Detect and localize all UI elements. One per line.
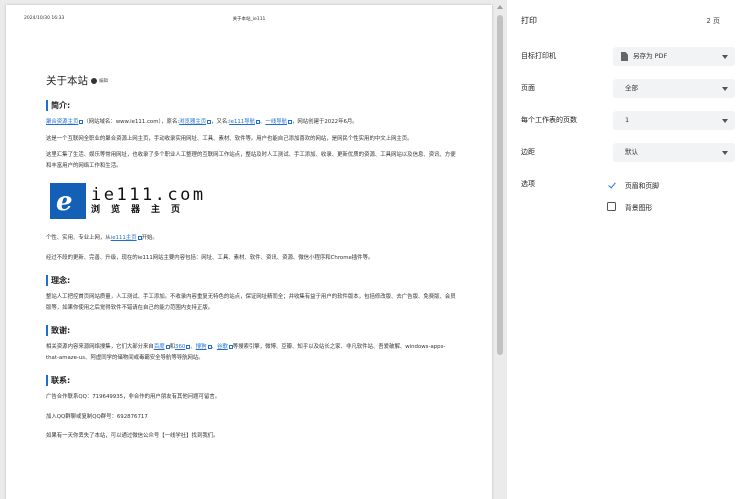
link-360[interactable]: 360 bbox=[175, 344, 185, 350]
logo-domain: ie111.com bbox=[91, 185, 206, 205]
print-settings-panel: 打印 2 页 目标打印机 另存为 PDF 页面 全部 每个工作表的页数 1 边距… bbox=[507, 0, 740, 499]
section-heading-concept: 理念: bbox=[46, 275, 456, 286]
link-sogou[interactable]: 搜狗 bbox=[196, 344, 207, 350]
chevron-down-icon bbox=[722, 87, 728, 91]
logo-e-icon: e bbox=[50, 183, 86, 219]
destination-label: 目标打印机 bbox=[521, 52, 556, 60]
per-sheet-row: 每个工作表的页数 1 bbox=[521, 111, 735, 131]
intro-text: ，又名: bbox=[211, 119, 230, 125]
page-title: 关于本站 编辑 bbox=[46, 73, 456, 88]
page-title-text: 关于本站 bbox=[46, 75, 88, 87]
thanks-text: 相关资源内容来源网络搜集，它们大部分来自 bbox=[46, 344, 154, 350]
pages-value: 全部 bbox=[625, 84, 638, 92]
printer-icon bbox=[621, 52, 628, 61]
thanks-paragraph: 相关资源内容来源网络搜集，它们大部分来自百度 和360 、搜狗 、谷歌 等搜索引擎，微博… bbox=[46, 342, 456, 363]
scroll-up-icon[interactable] bbox=[497, 5, 503, 9]
link-aggregate-home[interactable]: 聚合资源主页 bbox=[46, 119, 78, 125]
destination-select[interactable]: 另存为 PDF bbox=[613, 47, 735, 66]
section-heading-thanks: 致谢: bbox=[46, 325, 456, 336]
chevron-down-icon bbox=[722, 55, 728, 59]
margins-row: 边距 默认 bbox=[521, 143, 735, 163]
scrollbar-thumb[interactable] bbox=[497, 15, 503, 355]
logo-text: ie111.com 浏览器主页 bbox=[91, 186, 206, 216]
pages-row: 页面 全部 bbox=[521, 79, 735, 99]
checkbox-headers-footers[interactable] bbox=[607, 180, 616, 189]
destination-row: 目标打印机 另存为 PDF bbox=[521, 47, 735, 67]
link-ie111-home[interactable]: ie111主页 bbox=[111, 235, 137, 241]
option-headers-footers[interactable]: 页眉和页脚 bbox=[607, 179, 727, 191]
edit-icon bbox=[91, 77, 97, 84]
slogan-text: 开始。 bbox=[141, 235, 158, 241]
checkbox-background-graphics[interactable] bbox=[607, 202, 616, 211]
intro-text: ，网站创建于2022年6月。 bbox=[292, 119, 358, 125]
headers-footers-label[interactable]: 页眉和页脚 bbox=[625, 180, 659, 190]
chevron-down-icon bbox=[722, 119, 728, 123]
margins-value: 默认 bbox=[625, 148, 638, 156]
link-baidu[interactable]: 百度 bbox=[154, 344, 165, 350]
option-background-graphics[interactable]: 背景图形 bbox=[607, 201, 727, 213]
section-heading-intro: 简介: bbox=[46, 100, 456, 111]
link-browser-home[interactable]: 浏览器主页 bbox=[179, 119, 206, 125]
pages-select[interactable]: 全部 bbox=[613, 79, 735, 98]
page-content: 关于本站 编辑 简介: 聚合资源主页 （网站域名：www.ie111.com），原… bbox=[46, 73, 456, 442]
per-sheet-value: 1 bbox=[625, 116, 630, 124]
intro-paragraph-2: 这是一个互联网全职业的聚合资源上网主页，手动收录实用网址、工具、素材、软件等。用… bbox=[46, 135, 413, 142]
contact-paragraph-3: 如果有一天你丢失了本站，可以通过微信公众号【一线学社】找到我们。 bbox=[46, 433, 219, 439]
logo-subtitle: 浏览器主页 bbox=[91, 205, 192, 215]
contact-paragraph-2: 加入QQ群聊或复制QQ群号：692876717 bbox=[46, 413, 148, 420]
chevron-down-icon bbox=[722, 151, 728, 155]
margins-select[interactable]: 默认 bbox=[613, 143, 735, 162]
link-google[interactable]: 谷歌 bbox=[217, 344, 228, 350]
concept-paragraph: 整站人工把控首页网站质量，人工测试、手工添加。不收录内容重复无特色的站点，保证网… bbox=[46, 294, 456, 311]
intro-text: （网站域名：www.ie111.com），原名: bbox=[83, 119, 180, 125]
site-logo: e ie111.com 浏览器主页 bbox=[50, 181, 456, 221]
link-ie111-nav[interactable]: ie111导航 bbox=[229, 119, 255, 125]
section-heading-contact: 联系: bbox=[46, 375, 456, 386]
slogan-paragraph: 个性、实用、专业上网，从ie111主页 开始。 bbox=[46, 233, 456, 244]
background-graphics-label[interactable]: 背景图形 bbox=[625, 202, 652, 212]
per-sheet-label: 每个工作表的页数 bbox=[521, 116, 577, 124]
preview-scrollbar[interactable] bbox=[496, 5, 504, 499]
page-header-title: 关于本站_ie111 bbox=[232, 17, 266, 22]
contact-paragraph-1: 广告合作联系QQ：719649935，非合作的用户朋友有其他问题可留言。 bbox=[46, 394, 221, 400]
intro-paragraph-3: 这里汇集了生活、娱乐等常用网址，也收录了多个职业人工整理的互联网工作站点，整站及… bbox=[46, 152, 456, 169]
features-paragraph: 经过不段的更新、完善、升级，现在的ie111网站主要内容包括：网址、工具、素材、… bbox=[46, 254, 374, 261]
slogan-text: 个性、实用、专业上网，从 bbox=[46, 235, 111, 241]
margins-label: 边距 bbox=[521, 148, 535, 156]
intro-paragraph-1: 聚合资源主页 （网站域名：www.ie111.com），原名:浏览器主页 ，又名:i… bbox=[46, 117, 456, 128]
print-preview-area: 2024/10/30 16:33 关于本站_ie111 关于本站 编辑 简介: … bbox=[0, 0, 507, 499]
preview-page: 2024/10/30 16:33 关于本站_ie111 关于本站 编辑 简介: … bbox=[6, 5, 492, 499]
options-label: 选项 bbox=[521, 180, 535, 188]
edit-label: 编辑 bbox=[99, 78, 108, 84]
pages-label: 页面 bbox=[521, 84, 535, 92]
print-title: 打印 bbox=[521, 16, 537, 25]
link-yixian-nav[interactable]: 一线导航 bbox=[265, 119, 287, 125]
per-sheet-select[interactable]: 1 bbox=[613, 111, 735, 130]
page-count: 2 页 bbox=[706, 17, 720, 25]
destination-value: 另存为 PDF bbox=[633, 52, 668, 60]
